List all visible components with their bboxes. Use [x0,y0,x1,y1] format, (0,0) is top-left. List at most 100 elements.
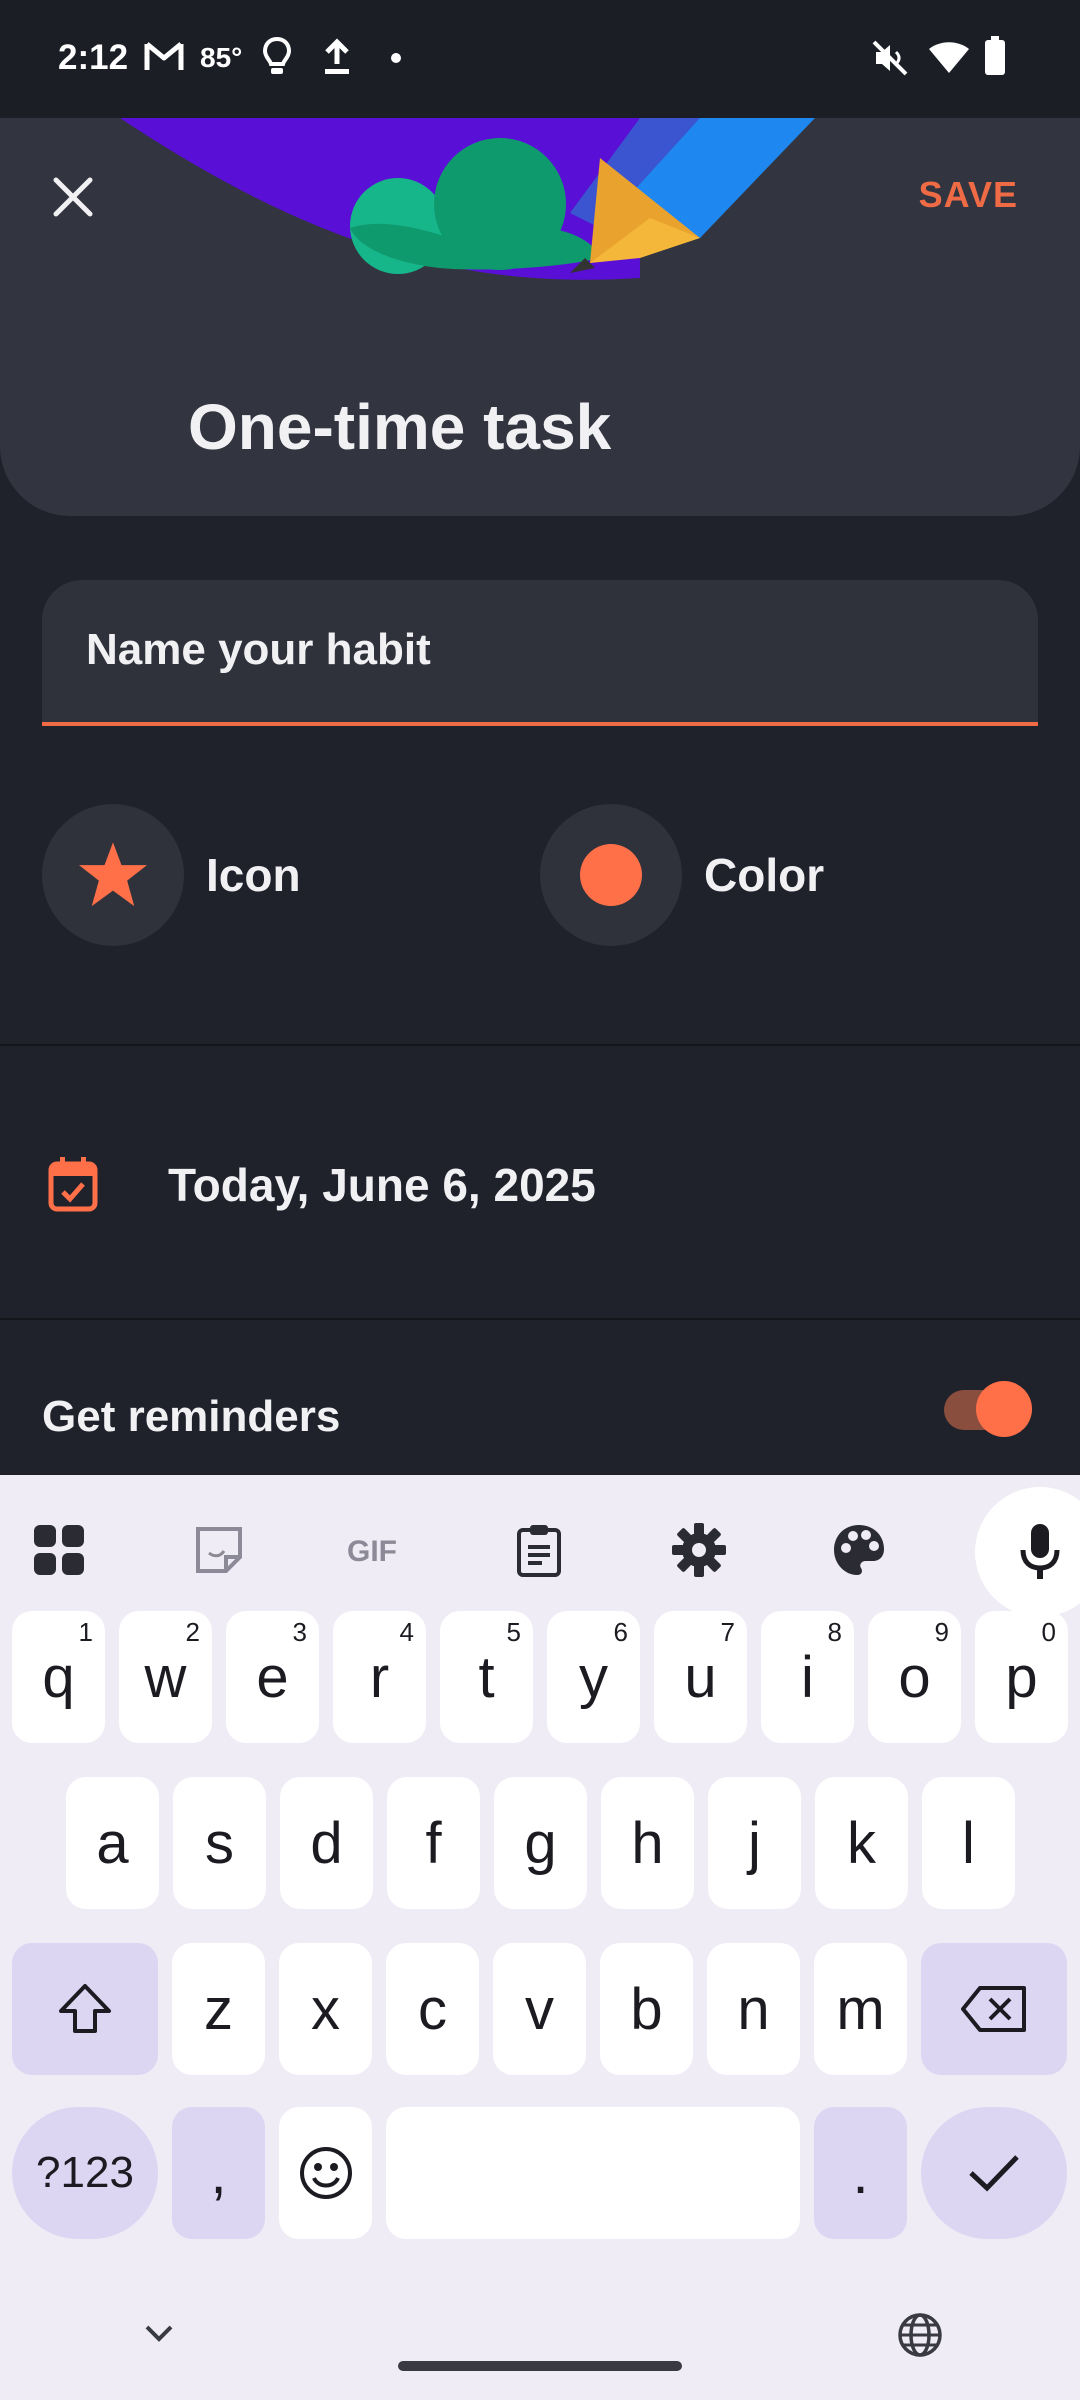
key-c[interactable]: c [386,1943,479,2075]
key-h[interactable]: h [601,1777,694,1909]
divider [0,1044,1080,1046]
checkmark-icon [969,2155,1019,2192]
save-button[interactable]: SAVE [919,174,1018,216]
color-swatch [580,844,642,906]
comma-key[interactable]: , [172,2107,265,2239]
key-g[interactable]: g [494,1777,587,1909]
icon-label: Icon [206,849,301,901]
gif-icon: GIF [347,1535,397,1565]
period-key[interactable]: . [814,2107,907,2239]
calendar-icon [48,1157,98,1212]
icon-preview[interactable] [42,804,184,946]
keyboard: GIF q1w2e3r4t5y6u 7 i 8 o 9 p 0 a s d f … [0,1475,1080,2400]
color-preview[interactable] [540,804,682,946]
sticker-icon [196,1527,242,1573]
key-v[interactable]: v [493,1943,586,2075]
lightbulb-icon [262,36,292,74]
key-d[interactable]: d [280,1777,373,1909]
sticker-button[interactable] [164,1495,274,1605]
divider [0,1318,1080,1320]
key-label: w [144,1644,187,1710]
emoji-icon [299,2147,352,2199]
upload-icon [325,38,349,74]
key-o[interactable]: o9 [868,1611,961,1743]
backspace-key[interactable] [921,1943,1067,2075]
key-hint: 7 [720,1617,735,1647]
gear-icon [672,1523,726,1577]
settings-button[interactable] [644,1495,754,1605]
key-e[interactable]: e3 [226,1611,319,1743]
key-label: i [801,1644,814,1710]
habit-name-field[interactable] [42,580,1038,726]
hide-keyboard-icon[interactable] [144,2323,174,2343]
key-hint: 0 [1041,1617,1056,1647]
key-y[interactable]: y6 [547,1611,640,1743]
theme-button[interactable] [804,1495,914,1605]
key-u[interactable]: u7 [654,1611,747,1743]
key-label: t [478,1644,495,1710]
key-m[interactable]: m [814,1943,907,2075]
symbols-key[interactable]: ?123 [12,2107,158,2239]
status-temperature: 85° [200,42,243,73]
wifi-icon [929,42,969,73]
key-q[interactable]: q1 [12,1611,105,1743]
key-hint: 5 [506,1617,521,1647]
key-k[interactable]: k [815,1777,908,1909]
language-globe-icon[interactable] [896,2311,944,2359]
key-hint: 4 [399,1617,414,1647]
key-l[interactable]: l [922,1777,1015,1909]
gif-button[interactable]: GIF [324,1495,434,1605]
space-key[interactable] [386,2107,800,2239]
key-b[interactable]: b [600,1943,693,2075]
habit-name-input[interactable] [84,620,984,680]
key-n[interactable]: n [707,1943,800,2075]
close-button[interactable] [46,170,100,224]
status-bar: 2:12 85° [0,0,1080,118]
emoji-key[interactable] [279,2107,372,2239]
svg-text:GIF: GIF [347,1535,397,1565]
key-x[interactable]: x [279,1943,372,2075]
date-row[interactable]: Today, June 6, 2025 [0,1106,1080,1266]
key-a[interactable]: a [66,1777,159,1909]
key-w[interactable]: w2 [119,1611,212,1743]
key-z[interactable]: z [172,1943,265,2075]
key-i[interactable]: i8 [761,1611,854,1743]
key-hint: 6 [613,1617,628,1647]
microphone-icon [1020,1524,1060,1579]
gesture-nav-bar[interactable] [398,2361,682,2371]
shift-key[interactable] [12,1943,158,2075]
key-r[interactable]: r4 [333,1611,426,1743]
clipboard-icon [517,1525,561,1577]
header-card: SAVE One-time task [0,118,1080,516]
reminders-label: Get reminders [42,1392,341,1441]
battery-icon [985,36,1005,75]
key-label: e [256,1644,289,1710]
voice-input-button[interactable] [975,1487,1080,1617]
key-p[interactable]: p0 [975,1611,1068,1743]
reminders-toggle[interactable] [944,1381,1032,1437]
key-j[interactable]: j [708,1777,801,1909]
key-label: p [1005,1644,1038,1710]
key-hint: 1 [78,1617,93,1647]
backspace-icon [961,1986,1026,2032]
apps-grid-button[interactable] [4,1495,114,1605]
icon-picker[interactable]: Icon [42,804,301,946]
status-time: 2:12 [58,38,129,77]
key-hint: 9 [934,1617,949,1647]
page-title: One-time task [188,391,612,463]
toggle-knob [976,1381,1032,1437]
key-f[interactable]: f [387,1777,480,1909]
key-hint: 8 [827,1617,842,1647]
key-t[interactable]: t5 [440,1611,533,1743]
key-s[interactable]: s [173,1777,266,1909]
dot-icon [391,53,401,63]
key-label: r [369,1644,390,1710]
star-icon [79,842,147,907]
gmail-icon [144,42,184,70]
key-hint: 2 [185,1617,200,1647]
clipboard-button[interactable] [484,1495,594,1605]
mute-icon [872,40,908,76]
color-picker[interactable]: Color [540,804,824,946]
done-key[interactable] [921,2107,1067,2239]
palette-icon [834,1525,884,1575]
